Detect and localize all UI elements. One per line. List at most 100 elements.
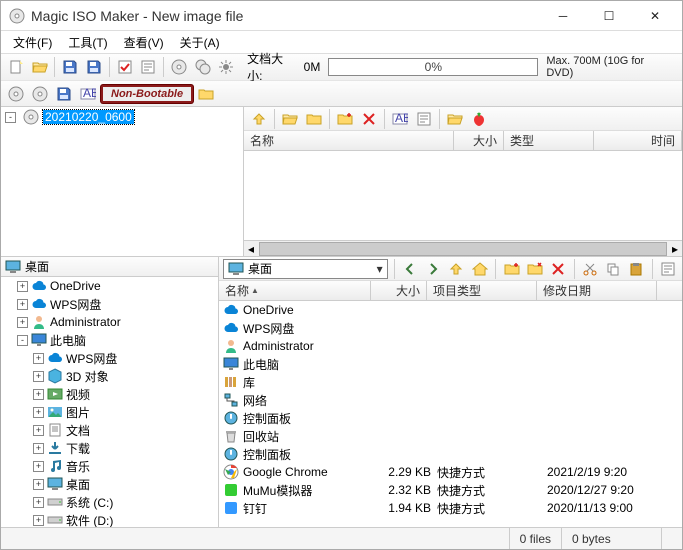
menu-file[interactable]: 文件(F) [7, 32, 58, 53]
maximize-button[interactable]: ☐ [586, 1, 632, 31]
tree-toggle[interactable]: + [33, 479, 44, 490]
image-list[interactable] [244, 151, 682, 240]
col-date[interactable]: 修改日期 [537, 281, 657, 300]
home-button[interactable] [470, 258, 489, 280]
file-row[interactable]: 回收站 [219, 427, 682, 445]
tree-toggle[interactable]: + [33, 497, 44, 508]
tree-toggle[interactable]: + [33, 407, 44, 418]
col-size[interactable]: 大小 [371, 281, 427, 300]
col-name[interactable]: 名称▲ [219, 281, 371, 300]
file-row[interactable]: 网络 [219, 391, 682, 409]
image-root-label[interactable]: 20210220_0600 [43, 110, 134, 124]
tree-node[interactable]: +WPS网盘 [1, 295, 218, 313]
image-hscroll[interactable]: ◂ ▸ [244, 240, 682, 256]
file-list[interactable]: OneDriveWPS网盘Administrator此电脑库网络控制面板回收站控… [219, 301, 682, 527]
tree-toggle[interactable]: + [17, 299, 28, 310]
image-tree[interactable]: - 20210220_0600 [1, 107, 244, 256]
label-button[interactable] [77, 83, 99, 105]
tree-node[interactable]: +OneDrive [1, 277, 218, 295]
location-input[interactable]: 桌面 ▾ [223, 259, 388, 279]
file-row[interactable]: Administrator [219, 337, 682, 355]
col-name[interactable]: 名称 [244, 131, 454, 150]
new-folder-button[interactable] [502, 258, 521, 280]
tree-caption[interactable]: 桌面 [1, 257, 218, 277]
folder-tree[interactable]: +OneDrive+WPS网盘+Administrator-此电脑+WPS网盘+… [1, 277, 218, 527]
copy-disc-button[interactable] [192, 56, 214, 78]
tree-node[interactable]: +软件 (D:) [1, 511, 218, 527]
back-button[interactable] [400, 258, 419, 280]
file-row[interactable]: 钉钉1.94 KB快捷方式2020/11/13 9:00 [219, 499, 682, 517]
options-button[interactable] [215, 56, 237, 78]
tree-toggle[interactable]: + [33, 461, 44, 472]
cut-button[interactable] [580, 258, 599, 280]
menu-about[interactable]: 关于(A) [174, 32, 226, 53]
file-row[interactable]: Google Chrome2.29 KB快捷方式2021/2/19 9:20 [219, 463, 682, 481]
delete-button[interactable] [358, 108, 380, 130]
copy-button[interactable] [604, 258, 623, 280]
paste-button[interactable] [627, 258, 646, 280]
open-button[interactable] [29, 56, 51, 78]
tree-node[interactable]: +音乐 [1, 457, 218, 475]
tree-toggle[interactable]: + [33, 371, 44, 382]
tree-toggle[interactable]: + [17, 281, 28, 292]
file-row[interactable]: OneDrive [219, 301, 682, 319]
tree-node[interactable]: +文档 [1, 421, 218, 439]
file-row[interactable]: MuMu模拟器2.32 KB快捷方式2020/12/27 9:20 [219, 481, 682, 499]
extract-button-2[interactable] [444, 108, 466, 130]
tree-node[interactable]: -此电脑 [1, 331, 218, 349]
tree-node[interactable]: +桌面 [1, 475, 218, 493]
image-root-node[interactable]: - 20210220_0600 [5, 109, 239, 125]
col-type[interactable]: 类型 [504, 131, 594, 150]
burn-button[interactable] [168, 56, 190, 78]
boot-options-button[interactable] [195, 83, 217, 105]
up-button[interactable] [248, 108, 270, 130]
forward-button[interactable] [424, 258, 443, 280]
check-button[interactable] [114, 56, 136, 78]
collapse-toggle[interactable]: - [5, 112, 16, 123]
menu-tools[interactable]: 工具(T) [62, 32, 113, 53]
new-button[interactable] [5, 56, 27, 78]
view-button[interactable] [413, 108, 435, 130]
file-row[interactable]: 控制面板 [219, 409, 682, 427]
rename-button[interactable] [389, 108, 411, 130]
disc-info-button[interactable] [29, 83, 51, 105]
col-time[interactable]: 时间 [594, 131, 682, 150]
close-button[interactable]: ✕ [632, 1, 678, 31]
delete-folder-button[interactable] [525, 258, 544, 280]
col-type[interactable]: 项目类型 [427, 281, 537, 300]
tree-node[interactable]: +图片 [1, 403, 218, 421]
floppy-button[interactable] [53, 83, 75, 105]
new-folder-button[interactable] [334, 108, 356, 130]
tree-toggle[interactable]: + [33, 389, 44, 400]
add-folder-button[interactable] [303, 108, 325, 130]
tree-node[interactable]: +系统 (C:) [1, 493, 218, 511]
tree-node[interactable]: +下载 [1, 439, 218, 457]
file-row[interactable]: 控制面板 [219, 445, 682, 463]
tree-toggle[interactable]: + [33, 443, 44, 454]
up-button[interactable] [447, 258, 466, 280]
tree-toggle[interactable]: - [17, 335, 28, 346]
col-size[interactable]: 大小 [454, 131, 504, 150]
tree-node[interactable]: +WPS网盘 [1, 349, 218, 367]
properties-button[interactable] [137, 56, 159, 78]
tree-toggle[interactable]: + [33, 515, 44, 526]
extract-button[interactable] [5, 83, 27, 105]
delete-button[interactable] [548, 258, 567, 280]
tree-node[interactable]: +视频 [1, 385, 218, 403]
save-button[interactable] [59, 56, 81, 78]
file-row[interactable]: WPS网盘 [219, 319, 682, 337]
tree-node[interactable]: +3D 对象 [1, 367, 218, 385]
save-as-button[interactable] [83, 56, 105, 78]
properties-button[interactable] [659, 258, 678, 280]
strawberry-button[interactable] [468, 108, 490, 130]
menu-view[interactable]: 查看(V) [118, 32, 170, 53]
file-row[interactable]: 此电脑 [219, 355, 682, 373]
dropdown-icon[interactable]: ▾ [377, 262, 383, 276]
tree-toggle[interactable]: + [17, 317, 28, 328]
file-row[interactable]: 库 [219, 373, 682, 391]
tree-toggle[interactable]: + [33, 425, 44, 436]
add-file-button[interactable] [279, 108, 301, 130]
boot-status-badge[interactable]: Non-Bootable [101, 85, 193, 103]
minimize-button[interactable]: ─ [540, 1, 586, 31]
tree-toggle[interactable]: + [33, 353, 44, 364]
